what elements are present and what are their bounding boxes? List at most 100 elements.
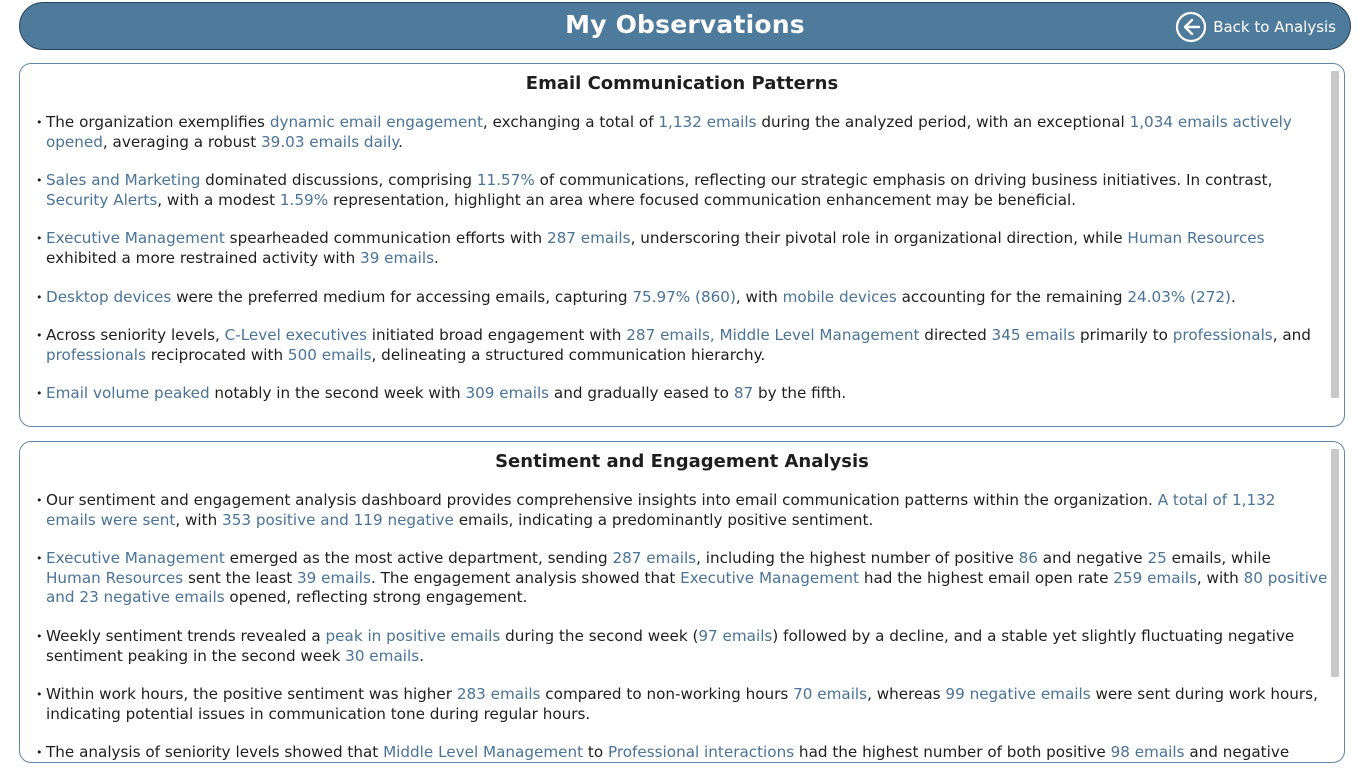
body-text: , whereas (867, 685, 946, 704)
highlight-text: 500 emails (287, 345, 372, 364)
highlight-text: Sales and Marketing (46, 171, 201, 190)
scrollbar[interactable] (1331, 71, 1339, 398)
highlight-text: Executive Management (46, 229, 225, 248)
highlight-text: Security Alerts (46, 190, 158, 209)
highlight-text: 309 emails (465, 384, 550, 403)
observation-item: Our sentiment and engagement analysis da… (36, 491, 1328, 530)
highlight-text: 99 negative emails (945, 685, 1091, 704)
highlight-text: peak in positive emails (325, 626, 501, 645)
observation-item: Weekly sentiment trends revealed a peak … (36, 627, 1328, 666)
observation-item: Sales and Marketing dominated discussion… (36, 171, 1328, 210)
highlight-text: Email volume peaked (46, 384, 210, 403)
body-text: during the analyzed period, with an exce… (756, 113, 1130, 131)
body-text: . (433, 248, 439, 267)
highlight-text: 1,132 emails (658, 113, 757, 131)
body-text: dominated discussions, comprising (200, 171, 477, 190)
body-text: primarily to (1075, 326, 1173, 345)
highlight-text: 345 emails (991, 326, 1076, 345)
observation-item: Executive Management emerged as the most… (36, 549, 1328, 608)
body-text: emerged as the most active department, s… (224, 549, 613, 568)
observation-item: Email volume peaked notably in the secon… (36, 384, 1328, 404)
highlight-text: 24.03% (272) (1127, 287, 1231, 306)
observation-item: Across seniority levels, C-Level executi… (36, 326, 1328, 365)
highlight-text: 97 emails (698, 626, 773, 645)
back-arrow-icon (1176, 11, 1207, 43)
body-text: emails, indicating a predominantly posit… (453, 510, 874, 529)
highlight-text: Human Resources (46, 568, 184, 587)
highlight-text: Middle Level Management (383, 743, 584, 762)
body-text: Within work hours, the positive sentimen… (46, 685, 457, 704)
highlight-text: 39 emails (360, 248, 434, 267)
body-text: had the highest email open rate (859, 568, 1114, 587)
highlight-text: C-Level executives (224, 326, 367, 345)
body-text: . (419, 646, 424, 665)
panel-title: Email Communication Patterns (525, 73, 839, 94)
body-text: during the second week ( (500, 626, 699, 645)
highlight-text: 75.97% (860) (632, 287, 736, 306)
body-text: , underscoring their pivotal role in org… (630, 229, 1128, 248)
highlight-text: 98 emails (1110, 743, 1185, 762)
body-text: and negative (1184, 743, 1290, 762)
body-text: opened, reflecting strong engagement. (224, 588, 528, 607)
body-text: initiated broad engagement with (366, 326, 627, 345)
body-text: emails, while (1166, 549, 1271, 568)
body-text: , with a modest (157, 190, 280, 209)
body-text: compared to non-working hours (540, 685, 794, 704)
body-text: Our sentiment and engagement analysis da… (46, 491, 1158, 509)
body-text: , with (1196, 568, 1244, 587)
sentiment-engagement-panel: Sentiment and Engagement Analysis Our se… (19, 441, 1345, 763)
highlight-text: 11.57% (476, 171, 535, 190)
highlight-text: 87 (733, 384, 754, 403)
highlight-text: professionals (46, 345, 146, 364)
highlight-text: dynamic email engagement (269, 113, 483, 131)
body-text: accounting for the remaining (896, 287, 1128, 306)
body-text: and negative (1037, 549, 1148, 568)
highlight-text: 259 emails (1113, 568, 1197, 587)
highlight-text: Professional interactions (607, 743, 795, 762)
highlight-text: 287 emails, Middle Level Management (626, 326, 920, 345)
highlight-text: 287 emails (612, 549, 697, 568)
observation-list: The organization exemplifies dynamic ema… (36, 113, 1328, 426)
highlight-text: 287 emails (546, 229, 631, 248)
highlight-text: Executive Management (46, 549, 225, 568)
body-text: The analysis of seniority levels showed … (46, 743, 384, 762)
body-text: representation, highlight an area where … (328, 190, 1077, 209)
body-text: The organization exemplifies (46, 113, 270, 131)
body-text: were the preferred medium for accessing … (171, 287, 633, 306)
header-bar: My Observations Back to Analysis (19, 2, 1351, 50)
highlight-text: 86 (1018, 549, 1038, 568)
highlight-text: 1.59% (279, 190, 329, 209)
body-text: sent the least (183, 568, 297, 587)
body-text: and gradually eased to (549, 384, 734, 403)
highlight-text: Human Resources (1127, 229, 1265, 248)
highlight-text: Desktop devices (46, 287, 172, 306)
body-text: directed (919, 326, 992, 345)
highlight-text: 25 (1147, 549, 1167, 568)
body-text: , with (735, 287, 783, 306)
highlight-text: 283 emails (456, 685, 541, 704)
highlight-text: Executive Management (680, 568, 859, 587)
body-text: , averaging a robust (102, 132, 261, 151)
back-to-analysis-label: Back to Analysis (1213, 18, 1336, 36)
highlight-text: 39 emails (296, 568, 371, 587)
observation-item: Within work hours, the positive sentimen… (36, 685, 1328, 724)
highlight-text: professionals (1172, 326, 1273, 345)
body-text: , with (175, 510, 223, 529)
highlight-text: 30 emails (345, 646, 420, 665)
body-text: , including the highest number of positi… (696, 549, 1019, 568)
body-text: exhibited a more restrained activity wit… (46, 248, 361, 267)
highlight-text: 70 emails (793, 685, 868, 704)
body-text: reciprocated with (145, 345, 288, 364)
back-to-analysis-button[interactable]: Back to Analysis (1175, 11, 1336, 43)
observation-list: Our sentiment and engagement analysis da… (36, 491, 1328, 762)
observation-item: The organization exemplifies dynamic ema… (36, 113, 1328, 152)
page-title: My Observations (565, 10, 805, 39)
body-text: . The engagement analysis showed that (370, 568, 681, 587)
highlight-text: 39.03 emails daily (261, 132, 399, 151)
body-text: to (583, 743, 608, 762)
highlight-text: 353 positive and 119 negative (222, 510, 454, 529)
body-text: Across seniority levels, (46, 326, 225, 345)
scrollbar[interactable] (1331, 449, 1339, 677)
email-communication-panel: Email Communication Patterns The organiz… (19, 63, 1345, 427)
body-text: by the fifth. (753, 384, 847, 403)
